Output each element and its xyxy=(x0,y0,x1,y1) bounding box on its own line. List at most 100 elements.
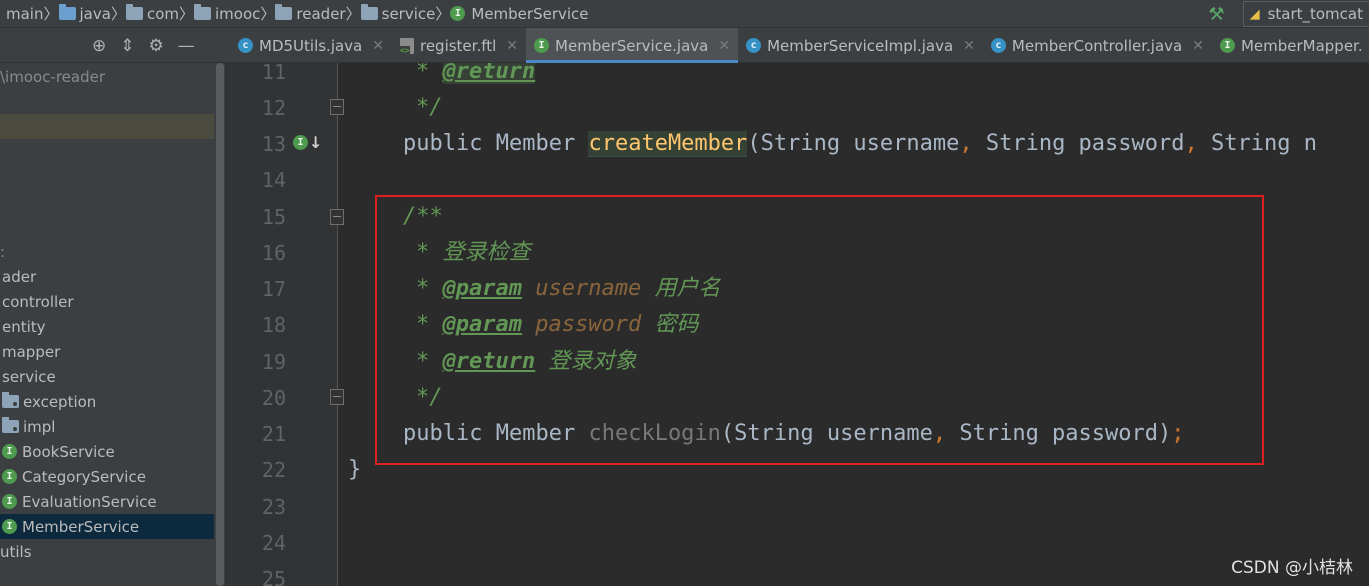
tab-memberserviceimpl[interactable]: c MemberServiceImpl.java ✕ xyxy=(738,28,983,63)
implemented-in-marker[interactable]: I ↓ xyxy=(293,133,322,152)
tree-row-empty[interactable] xyxy=(0,114,214,139)
run-toolbar: ⚒ ◢ start_tomcat xyxy=(1208,0,1369,28)
breadcrumb-item-memberservice[interactable]: I MemberService xyxy=(450,4,589,23)
tree-item-bookservice[interactable]: I BookService xyxy=(0,439,214,464)
close-icon[interactable]: ✕ xyxy=(506,38,518,54)
project-tree: \imooc-reader : ader controller entity m… xyxy=(0,63,214,586)
breadcrumb-item-service[interactable]: service xyxy=(360,4,436,23)
line-number: 23 xyxy=(261,495,286,519)
breadcrumb-label: imooc xyxy=(215,4,261,23)
class-icon: c xyxy=(990,38,1006,53)
build-hammer-icon[interactable]: ⚒ xyxy=(1208,4,1224,25)
chevron-right-icon: 〉 xyxy=(43,5,59,23)
line-number: 11 xyxy=(261,60,286,84)
chevron-right-icon: 〉 xyxy=(345,5,361,23)
tree-item-categoryservice[interactable]: I CategoryService xyxy=(0,464,214,489)
package-icon xyxy=(360,4,378,20)
close-icon[interactable]: ✕ xyxy=(372,38,384,54)
run-config-select[interactable]: ◢ start_tomcat xyxy=(1242,1,1369,27)
tab-label: MemberService.java xyxy=(555,36,709,55)
breadcrumb-label: reader xyxy=(296,4,346,23)
breadcrumb-label: main xyxy=(6,4,44,23)
breadcrumb-item-main[interactable]: main xyxy=(6,5,43,23)
tree-item-label: EvaluationService xyxy=(22,492,157,511)
interface-icon: I xyxy=(2,494,17,509)
tree-row-marker: : xyxy=(0,239,214,264)
tree-item-controller[interactable]: controller xyxy=(0,289,214,314)
tab-membercontroller[interactable]: c MemberController.java ✕ xyxy=(983,28,1212,63)
tree-item-impl[interactable]: impl xyxy=(0,414,214,439)
line-number: 21 xyxy=(261,422,286,446)
tree-item-utils[interactable]: utils xyxy=(0,539,214,564)
breadcrumb: main 〉 java 〉 com 〉 imooc 〉 reader 〉 ser… xyxy=(0,0,1369,28)
tree-item-label: CategoryService xyxy=(22,467,146,486)
chevron-right-icon: 〉 xyxy=(260,5,276,23)
chevron-right-icon: 〉 xyxy=(110,5,126,23)
code-line-11: * @return xyxy=(416,63,536,90)
tree-item-label: utils xyxy=(0,542,32,561)
run-config-label: start_tomcat xyxy=(1267,5,1363,23)
class-icon: c xyxy=(746,38,762,53)
interface-icon: I xyxy=(2,519,17,534)
folder-icon xyxy=(58,4,76,20)
interface-icon: I xyxy=(534,38,550,53)
line-number: 15 xyxy=(261,205,286,229)
tree-indent-glyph: : xyxy=(0,242,6,261)
line-number: 14 xyxy=(261,168,286,192)
close-icon[interactable]: ✕ xyxy=(963,38,975,54)
tab-label: register.ftl xyxy=(419,36,497,55)
line-number: 20 xyxy=(261,386,286,410)
tree-item-memberservice[interactable]: I MemberService xyxy=(0,514,214,539)
line-number: 25 xyxy=(261,567,286,586)
class-icon: c xyxy=(238,38,253,53)
tree-item-service[interactable]: service xyxy=(0,364,214,389)
breadcrumb-label: com xyxy=(146,4,179,23)
close-icon[interactable]: ✕ xyxy=(718,38,730,54)
package-icon xyxy=(2,392,19,408)
hide-panel-icon[interactable]: — xyxy=(178,36,195,56)
breadcrumb-label: service xyxy=(381,4,436,23)
tree-item-label: MemberService xyxy=(22,517,140,536)
watermark: CSDN @小桔林 xyxy=(1231,558,1353,578)
breadcrumb-item-java[interactable]: java xyxy=(58,4,111,23)
tree-item-reader[interactable]: ader xyxy=(0,264,214,289)
line-number: 24 xyxy=(261,531,286,555)
breadcrumb-item-reader[interactable]: reader xyxy=(275,4,346,23)
interface-icon: I xyxy=(1219,38,1235,53)
tab-label: MD5Utils.java xyxy=(259,36,363,55)
breadcrumb-label: MemberService xyxy=(471,4,589,23)
interface-icon: I xyxy=(293,135,308,150)
line-number: 16 xyxy=(261,241,286,265)
tab-memberservice[interactable]: I MemberService.java ✕ xyxy=(526,28,739,63)
tree-item-label: BookService xyxy=(22,442,115,461)
package-icon xyxy=(275,4,293,20)
tab-label: MemberController.java xyxy=(1011,36,1183,55)
line-number: 22 xyxy=(261,458,286,482)
line-number: 13 xyxy=(261,132,286,156)
highlight-annotation-box xyxy=(375,195,1264,465)
tree-item-label: mapper xyxy=(2,342,61,361)
project-scrollbar[interactable] xyxy=(214,63,226,586)
breadcrumb-item-imooc[interactable]: imooc xyxy=(194,4,261,23)
tab-label: MemberMapper. xyxy=(1240,36,1363,55)
tree-item-entity[interactable]: entity xyxy=(0,314,214,339)
code-line-12: */ xyxy=(416,95,443,120)
gear-icon[interactable]: ⚙ xyxy=(149,36,164,56)
chevron-right-icon: 〉 xyxy=(179,5,195,23)
tree-item-label: entity xyxy=(2,317,46,336)
collapse-all-icon[interactable]: ⇕ xyxy=(120,36,134,56)
scrollbar-thumb[interactable] xyxy=(216,63,224,586)
tree-root-path: \imooc-reader xyxy=(0,67,106,86)
breadcrumb-item-com[interactable]: com xyxy=(125,4,179,23)
tree-item-evaluationservice[interactable]: I EvaluationService xyxy=(0,489,214,514)
tab-register-ftl[interactable]: register.ftl ✕ xyxy=(392,28,526,63)
tab-membermapper[interactable]: I MemberMapper. xyxy=(1212,28,1369,63)
locate-crosshair-icon[interactable]: ⊕ xyxy=(92,36,106,56)
close-icon[interactable]: ✕ xyxy=(1192,38,1204,54)
tree-item-label: impl xyxy=(23,417,56,436)
tree-root[interactable]: \imooc-reader xyxy=(0,64,214,89)
tree-item-mapper[interactable]: mapper xyxy=(0,339,214,364)
tree-item-label: ader xyxy=(2,267,37,286)
tree-item-label: controller xyxy=(2,292,74,311)
tree-item-exception[interactable]: exception xyxy=(0,389,214,414)
